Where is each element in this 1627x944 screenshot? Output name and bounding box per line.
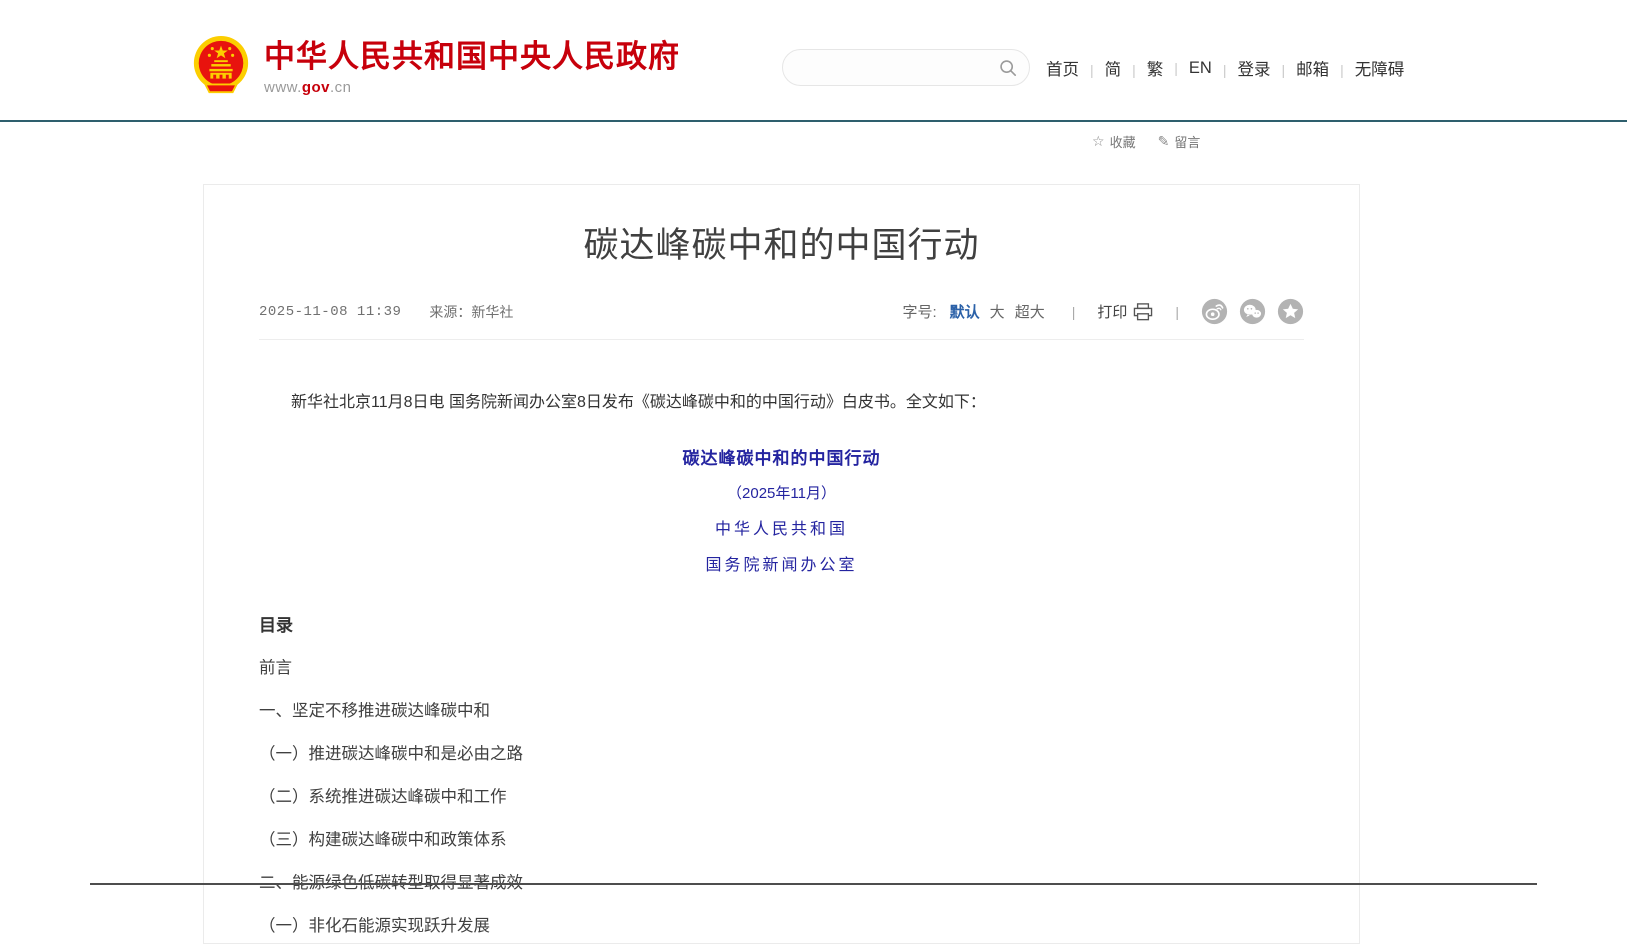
nav-accessibility[interactable]: 无障碍	[1329, 56, 1404, 80]
site-logo-link[interactable]: 中华人民共和国中央人民政府 www.gov.cn	[190, 34, 680, 98]
document-date: （2025年11月）	[259, 482, 1304, 503]
search-input[interactable]	[795, 60, 999, 76]
document-title: 碳达峰碳中和的中国行动	[259, 444, 1304, 469]
nav-traditional[interactable]: 繁	[1121, 56, 1163, 80]
wechat-icon[interactable]	[1239, 298, 1266, 325]
font-size-large-button[interactable]: 大	[990, 301, 1005, 322]
font-size-default-button[interactable]: 默认	[950, 301, 980, 322]
toc-item-section1-2: （二）系统推进碳达峰碳中和工作	[259, 787, 1304, 808]
toc-heading: 目录	[259, 611, 1304, 636]
printer-icon	[1133, 303, 1153, 321]
pencil-icon: ✎	[1158, 133, 1170, 150]
star-share-icon[interactable]	[1277, 298, 1304, 325]
article-meta-right: 字号: 默认 大 超大 | 打印 |	[902, 298, 1304, 325]
toc-item-section2-1: （一）非化石能源实现跃升发展	[259, 916, 1304, 937]
site-url: www.gov.cn	[264, 79, 680, 96]
article-meta-row: 2025-11-08 11:39 来源： 新华社 字号: 默认 大 超大 | 打…	[259, 298, 1304, 340]
action-row: ☆ 收藏 ✎ 留言	[1092, 132, 1200, 151]
publish-date: 2025-11-08 11:39	[259, 304, 401, 320]
bottom-divider	[90, 883, 1537, 885]
toc-item-section1-3: （三）构建碳达峰碳中和政策体系	[259, 830, 1304, 851]
nav-mail[interactable]: 邮箱	[1270, 56, 1329, 80]
message-button[interactable]: ✎ 留言	[1158, 132, 1201, 151]
document-heading-block: 碳达峰碳中和的中国行动 （2025年11月） 中华人民共和国 国务院新闻办公室	[259, 444, 1304, 575]
nav-english[interactable]: EN	[1163, 59, 1212, 78]
search-box[interactable]	[782, 49, 1030, 86]
article-title: 碳达峰碳中和的中国行动	[259, 217, 1304, 268]
site-url-cn: .cn	[330, 79, 352, 96]
site-logo-text: 中华人民共和国中央人民政府 www.gov.cn	[264, 34, 680, 96]
toc-item-section1: 一、坚定不移推进碳达峰碳中和	[259, 701, 1304, 722]
nav-login[interactable]: 登录	[1212, 56, 1271, 80]
meta-separator: |	[1072, 304, 1076, 320]
document-org-line2: 国务院新闻办公室	[259, 551, 1304, 575]
nav-home[interactable]: 首页	[1046, 56, 1079, 80]
document-org-line1: 中华人民共和国	[259, 515, 1304, 539]
article-meta-left: 2025-11-08 11:39 来源： 新华社	[259, 302, 513, 322]
site-title: 中华人民共和国中央人民政府	[264, 38, 680, 76]
favorite-label: 收藏	[1110, 132, 1136, 151]
source-label: 来源：	[429, 302, 471, 322]
font-size-xlarge-button[interactable]: 超大	[1015, 301, 1045, 322]
nav-simplified[interactable]: 简	[1079, 56, 1121, 80]
site-url-www: www.	[264, 79, 302, 96]
site-url-gov: gov	[302, 79, 330, 96]
meta-separator: |	[1175, 304, 1179, 320]
national-emblem-icon	[190, 34, 252, 98]
font-size-label: 字号:	[902, 301, 936, 322]
weibo-icon[interactable]	[1201, 298, 1228, 325]
share-icons	[1201, 298, 1304, 325]
article-lead-paragraph: 新华社北京11月8日电 国务院新闻办公室8日发布《碳达峰碳中和的中国行动》白皮书…	[259, 390, 1304, 416]
print-label: 打印	[1097, 301, 1127, 322]
favorite-button[interactable]: ☆ 收藏	[1092, 132, 1136, 151]
top-nav: 首页 简 繁 EN 登录 邮箱 无障碍	[1046, 56, 1404, 80]
message-label: 留言	[1174, 132, 1200, 151]
print-button[interactable]: 打印	[1097, 301, 1153, 322]
search-icon[interactable]	[999, 59, 1017, 77]
article-container: 碳达峰碳中和的中国行动 2025-11-08 11:39 来源： 新华社 字号:…	[203, 184, 1360, 944]
source-value: 新华社	[471, 302, 513, 322]
site-header: 中华人民共和国中央人民政府 www.gov.cn 首页 简 繁 EN 登录 邮箱…	[0, 0, 1627, 122]
toc-item-section1-1: （一）推进碳达峰碳中和是必由之路	[259, 744, 1304, 765]
toc-item-preface: 前言	[259, 658, 1304, 679]
star-outline-icon: ☆	[1092, 133, 1105, 150]
